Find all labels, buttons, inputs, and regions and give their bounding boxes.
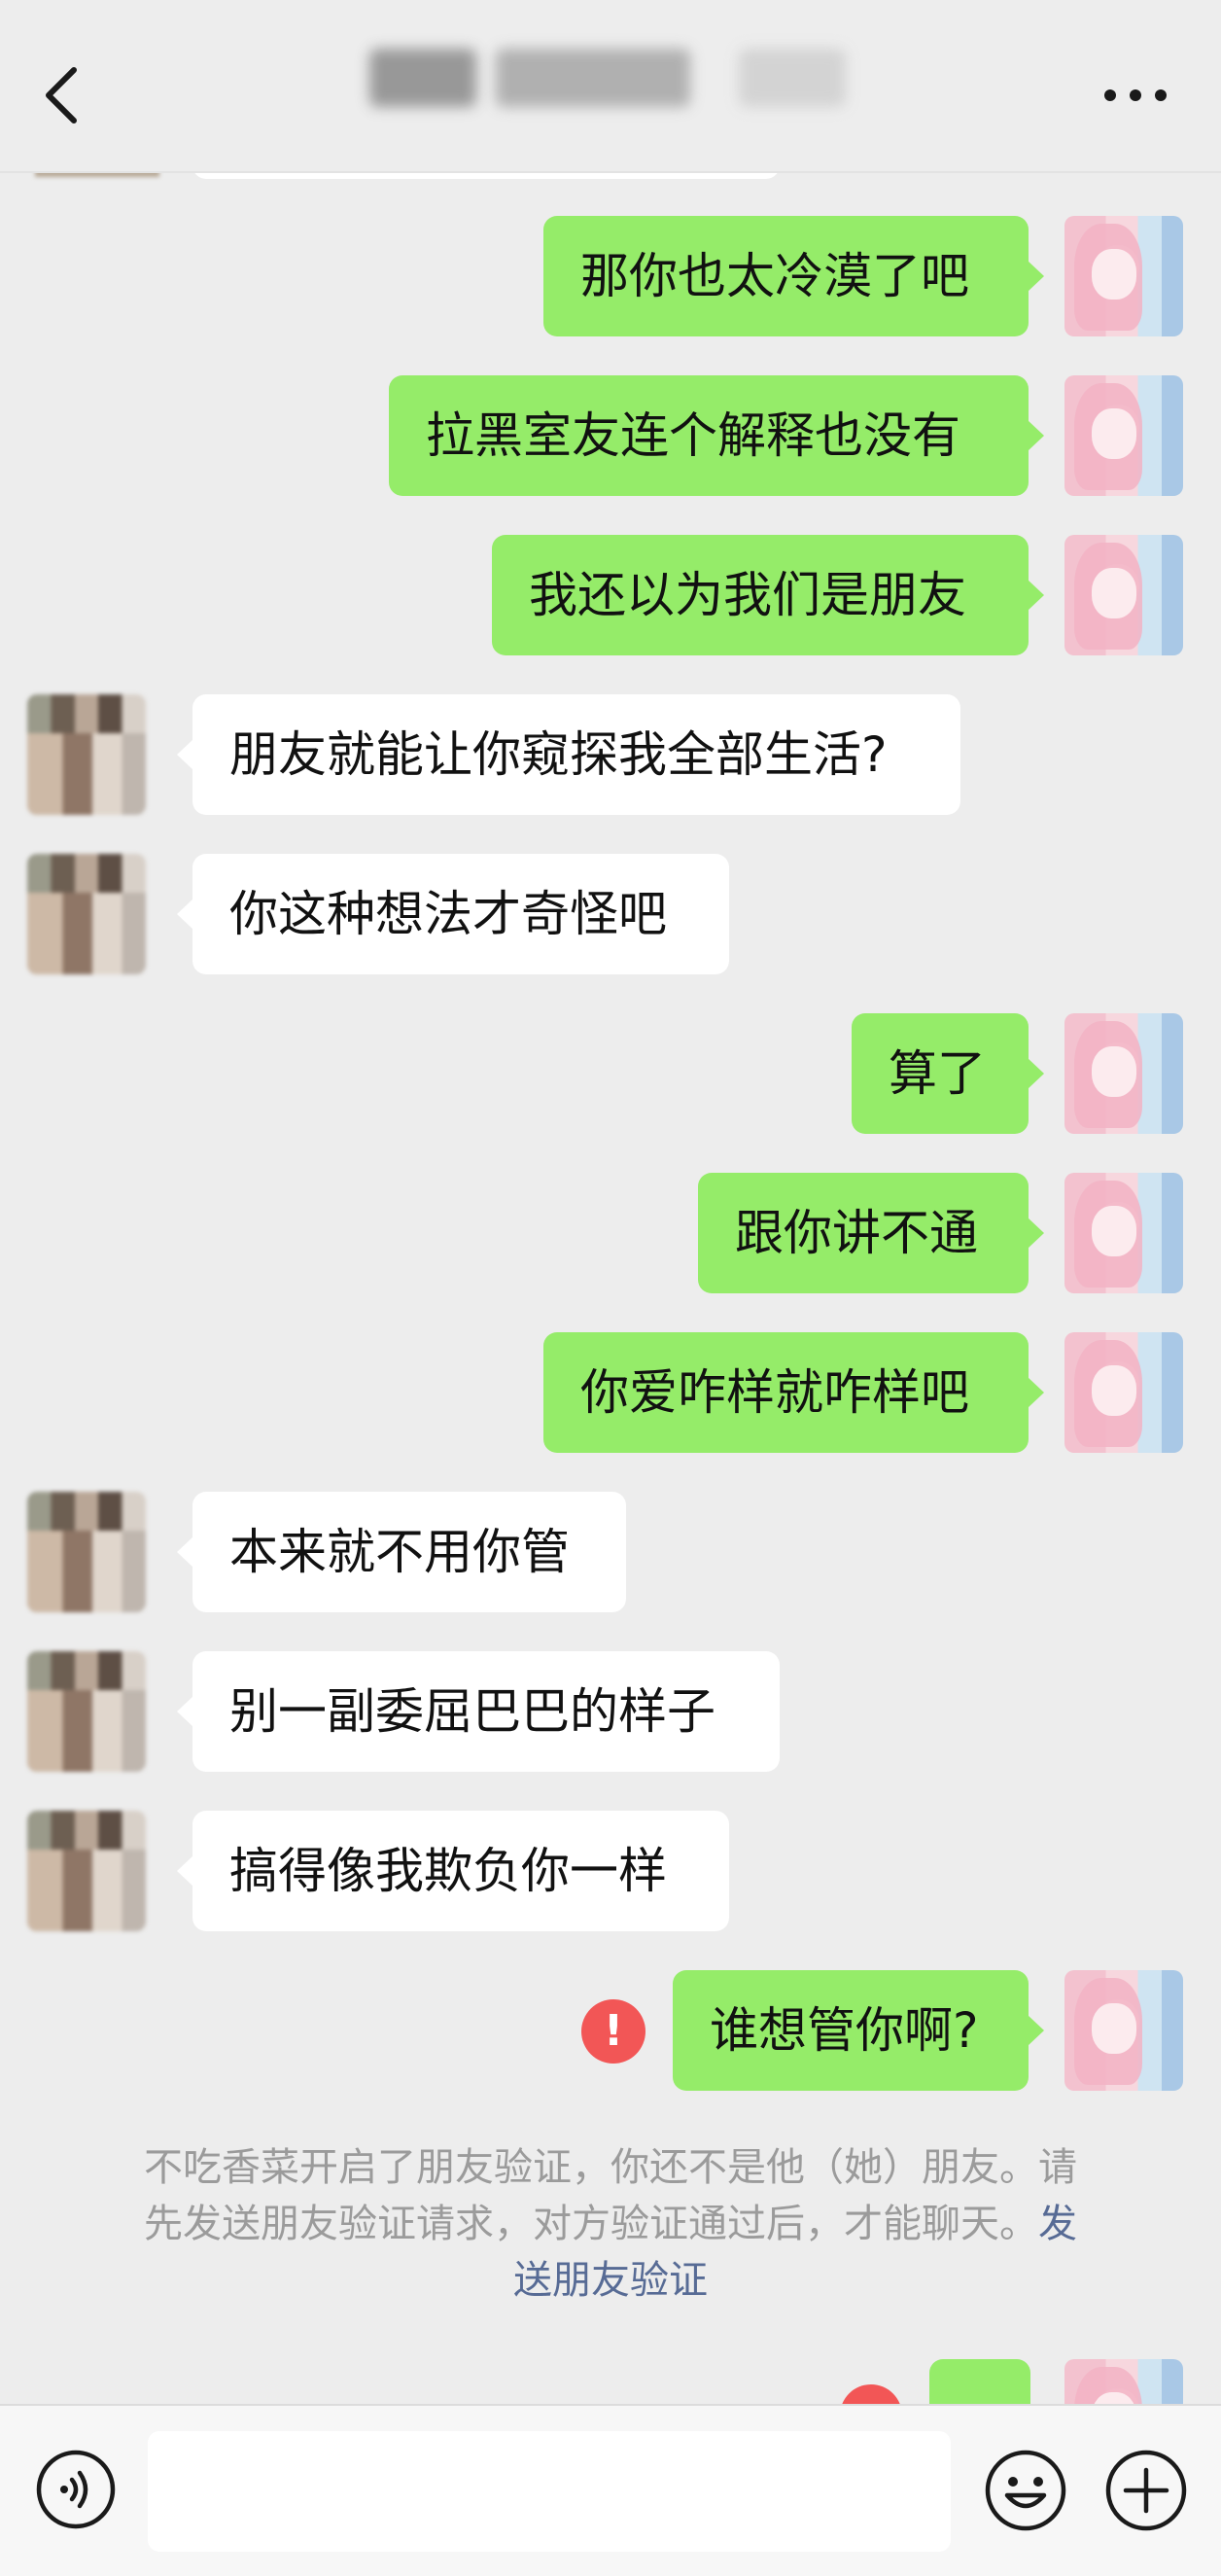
message-bubble-sent[interactable]: 拉黑室友连个解释也没有 xyxy=(389,375,1044,496)
chat-title-blurred-3 xyxy=(739,49,846,107)
more-functions-button[interactable] xyxy=(1104,2449,1188,2532)
send-failed-icon[interactable]: ! xyxy=(581,1999,645,2064)
message-bubble-received[interactable]: 别一副委屈巴巴的样子 xyxy=(177,1651,780,1772)
contact-avatar[interactable] xyxy=(27,1811,146,1931)
my-avatar[interactable] xyxy=(1064,1332,1183,1453)
message-bubble-sent[interactable]: 我还以为我们是朋友 xyxy=(492,535,1044,655)
my-avatar[interactable] xyxy=(1064,1970,1183,2091)
contact-avatar[interactable] xyxy=(27,1492,146,1612)
emoji-icon xyxy=(985,2450,1066,2531)
message-bubble-sent[interactable]: 跟你讲不通 xyxy=(698,1173,1044,1293)
chat-header xyxy=(0,0,1221,173)
more-button[interactable] xyxy=(1089,66,1186,124)
chat-title-blurred-2 xyxy=(496,49,690,107)
contact-avatar[interactable] xyxy=(27,854,146,974)
my-avatar[interactable] xyxy=(1064,216,1183,336)
input-bar xyxy=(0,2404,1221,2576)
my-avatar[interactable] xyxy=(1064,1013,1183,1134)
message-input[interactable] xyxy=(148,2431,951,2552)
message-bubble-received[interactable]: 搞得像我欺负你一样 xyxy=(177,1811,729,1931)
chat-title-blurred xyxy=(369,49,476,107)
message-bubble-received[interactable]: 朋友就能让你窥探我全部生活? xyxy=(177,694,960,815)
contact-avatar[interactable] xyxy=(27,694,146,815)
plus-icon xyxy=(1105,2450,1187,2531)
header-divider xyxy=(0,171,1221,173)
my-avatar[interactable] xyxy=(1064,375,1183,496)
send-verification-link[interactable]: 送朋友验证 xyxy=(513,2258,708,2303)
voice-button[interactable] xyxy=(35,2449,117,2530)
send-verification-link-part1[interactable]: 发 xyxy=(1038,2202,1077,2246)
notice-line-1: 不吃香菜开启了朋友验证，你还不是他（她）朋友。请 xyxy=(144,2145,1077,2190)
emoji-button[interactable] xyxy=(984,2449,1067,2532)
more-dots-icon xyxy=(1104,89,1167,101)
voice-icon xyxy=(36,2450,116,2529)
chevron-left-icon xyxy=(46,67,77,124)
notice-line-2-text: 先发送朋友验证请求，对方验证通过后，才能聊天。 xyxy=(144,2202,1038,2246)
friend-verification-notice: 不吃香菜开启了朋友验证，你还不是他（她）朋友。请 先发送朋友验证请求，对方验证通… xyxy=(97,2139,1124,2309)
message-bubble-sent[interactable]: 那你也太冷漠了吧 xyxy=(543,216,1044,336)
back-button[interactable] xyxy=(29,56,107,134)
chat-screen: 那你也太冷漠了吧 拉黑室友连个解释也没有 我还以为我们是朋友 朋友就能让你窥探我… xyxy=(0,0,1221,2576)
notice-line-3: 送朋友验证 xyxy=(97,2252,1124,2309)
my-avatar[interactable] xyxy=(1064,1173,1183,1293)
my-avatar[interactable] xyxy=(1064,535,1183,655)
message-bubble-received[interactable]: 本来就不用你管 xyxy=(177,1492,626,1612)
message-bubble-sent[interactable]: 你爱咋样就咋样吧 xyxy=(543,1332,1044,1453)
message-bubble-sent[interactable]: 谁想管你啊? xyxy=(673,1970,1044,2091)
notice-line-2: 先发送朋友验证请求，对方验证通过后，才能聊天。发 xyxy=(97,2196,1124,2252)
message-bubble-sent[interactable]: 算了 xyxy=(852,1013,1044,1134)
message-bubble-received[interactable]: 你这种想法才奇怪吧 xyxy=(177,854,729,974)
contact-avatar[interactable] xyxy=(27,1651,146,1772)
